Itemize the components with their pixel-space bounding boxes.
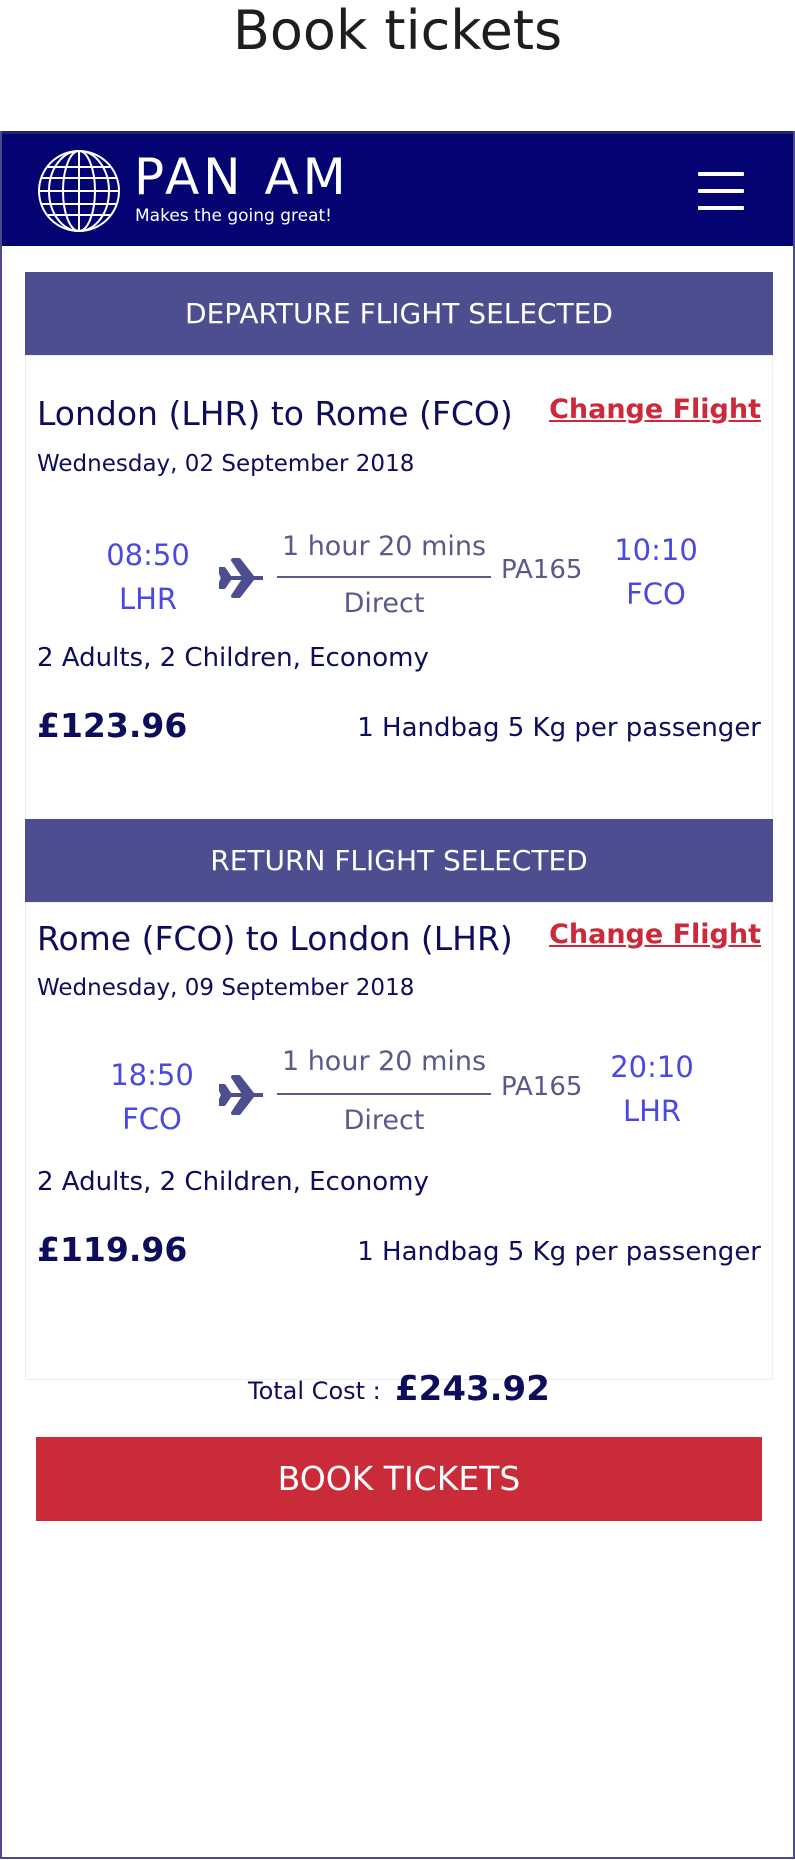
passenger-summary: 2 Adults, 2 Children, Economy [37, 1167, 429, 1197]
flight-route: London (LHR) to Rome (FCO) [37, 394, 513, 433]
departure-section-header: DEPARTURE FLIGHT SELECTED [25, 272, 773, 355]
baggage-allowance: 1 Handbag 5 Kg per passenger [357, 1237, 761, 1267]
departure-airport: FCO [122, 1102, 182, 1136]
flight-route: Rome (FCO) to London (LHR) [37, 919, 513, 958]
flight-date: Wednesday, 02 September 2018 [37, 451, 415, 477]
departure-airport: LHR [118, 582, 178, 616]
navbar: PAN AM Makes the going great! [2, 131, 793, 246]
flight-stops: Direct [343, 588, 425, 619]
change-flight-link[interactable]: Change Flight [549, 393, 761, 427]
arrival-airport: LHR [622, 1094, 682, 1128]
departure-flight-card: London (LHR) to Rome (FCO) Change Flight… [25, 355, 773, 829]
page-title: Book tickets [232, 0, 563, 62]
flight-duration: 1 hour 20 mins [281, 531, 487, 562]
departure-time-block: 08:50 LHR [88, 533, 208, 621]
hamburger-menu-icon[interactable] [698, 172, 744, 212]
globe-logo-icon[interactable] [36, 148, 122, 234]
airplane-icon [219, 1075, 263, 1115]
return-flight-card: Rome (FCO) to London (LHR) Change Flight… [25, 902, 773, 1380]
flight-duration: 1 hour 20 mins [281, 1046, 487, 1077]
total-cost-value: £243.92 [395, 1369, 550, 1409]
departure-time-block: 18:50 FCO [92, 1053, 212, 1141]
flight-path-line [277, 576, 491, 578]
arrival-airport: FCO [626, 577, 686, 611]
total-cost-label: Total Cost : [248, 1377, 381, 1405]
arrival-time: 20:10 [610, 1050, 694, 1084]
flight-number: PA165 [501, 555, 583, 585]
arrival-time-block: 20:10 LHR [592, 1045, 712, 1133]
change-flight-link[interactable]: Change Flight [549, 918, 761, 952]
flight-price: £123.96 [37, 706, 188, 745]
departure-time: 08:50 [106, 538, 190, 572]
airplane-icon [219, 558, 263, 598]
brand-name: PAN AM [134, 148, 350, 206]
book-tickets-button[interactable]: BOOK TICKETS [36, 1437, 762, 1521]
brand-tagline: Makes the going great! [135, 206, 332, 226]
arrival-time-block: 10:10 FCO [596, 528, 716, 616]
passenger-summary: 2 Adults, 2 Children, Economy [37, 643, 429, 673]
baggage-allowance: 1 Handbag 5 Kg per passenger [357, 713, 761, 743]
flight-stops: Direct [343, 1105, 425, 1136]
flight-number: PA165 [501, 1072, 583, 1102]
flight-price: £119.96 [37, 1230, 188, 1269]
flight-date: Wednesday, 09 September 2018 [37, 975, 415, 1001]
phone-frame: PAN AM Makes the going great! DEPARTURE … [0, 131, 795, 1859]
flight-path-line [277, 1093, 491, 1095]
return-section-header: RETURN FLIGHT SELECTED [25, 819, 773, 902]
departure-time: 18:50 [110, 1058, 194, 1092]
arrival-time: 10:10 [614, 533, 698, 567]
